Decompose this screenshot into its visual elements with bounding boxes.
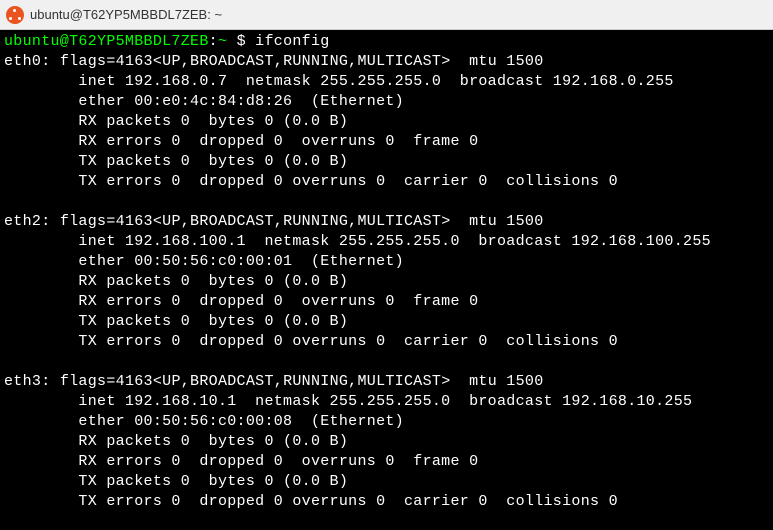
iface2-tx-errors: TX errors 0 dropped 0 overruns 0 carrier… [78,493,617,510]
prompt-user-host: ubuntu@T62YP5MBBDL7ZEB [4,33,209,50]
iface2-rx-packets: RX packets 0 bytes 0 (0.0 B) [78,433,348,450]
iface1-rx-packets: RX packets 0 bytes 0 (0.0 B) [78,273,348,290]
ubuntu-icon [6,6,24,24]
iface0-name: eth0 [4,53,41,70]
iface2-inet: inet 192.168.10.1 netmask 255.255.255.0 … [78,393,692,410]
iface1-inet: inet 192.168.100.1 netmask 255.255.255.0… [78,233,711,250]
iface0-inet: inet 192.168.0.7 netmask 255.255.255.0 b… [78,73,673,90]
iface2-name: eth3 [4,373,41,390]
window-title-text: ubuntu@T62YP5MBBDL7ZEB: ~ [30,7,222,22]
iface2-ether: ether 00:50:56:c0:00:08 (Ethernet) [78,413,404,430]
iface1-tx-errors: TX errors 0 dropped 0 overruns 0 carrier… [78,333,617,350]
iface0-rx-errors: RX errors 0 dropped 0 overruns 0 frame 0 [78,133,478,150]
iface1-tx-packets: TX packets 0 bytes 0 (0.0 B) [78,313,348,330]
iface0-tx-errors: TX errors 0 dropped 0 overruns 0 carrier… [78,173,617,190]
typed-command: ifconfig [255,33,329,50]
prompt-symbol: $ [227,33,255,50]
iface0-tx-packets: TX packets 0 bytes 0 (0.0 B) [78,153,348,170]
iface2-flags: flags=4163<UP,BROADCAST,RUNNING,MULTICAS… [60,373,544,390]
prompt-path: ~ [218,33,227,50]
terminal-output[interactable]: ubuntu@T62YP5MBBDL7ZEB:~ $ ifconfig eth0… [0,30,773,530]
prompt-colon: : [209,33,218,50]
iface0-flags: flags=4163<UP,BROADCAST,RUNNING,MULTICAS… [60,53,544,70]
iface1-rx-errors: RX errors 0 dropped 0 overruns 0 frame 0 [78,293,478,310]
iface1-name: eth2 [4,213,41,230]
iface2-rx-errors: RX errors 0 dropped 0 overruns 0 frame 0 [78,453,478,470]
iface0-ether: ether 00:e0:4c:84:d8:26 (Ethernet) [78,93,404,110]
iface1-flags: flags=4163<UP,BROADCAST,RUNNING,MULTICAS… [60,213,544,230]
window-title-bar: ubuntu@T62YP5MBBDL7ZEB: ~ [0,0,773,30]
iface0-rx-packets: RX packets 0 bytes 0 (0.0 B) [78,113,348,130]
iface2-tx-packets: TX packets 0 bytes 0 (0.0 B) [78,473,348,490]
iface1-ether: ether 00:50:56:c0:00:01 (Ethernet) [78,253,404,270]
